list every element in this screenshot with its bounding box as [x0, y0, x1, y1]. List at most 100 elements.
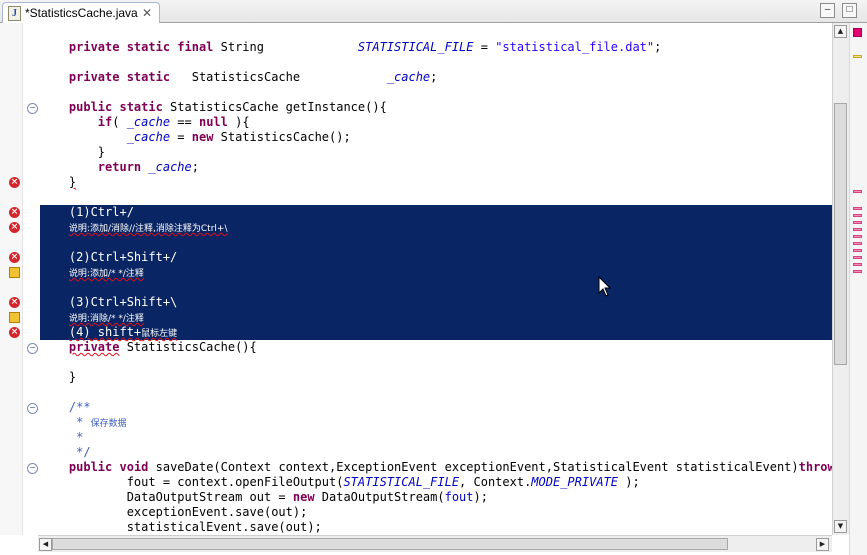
- code-line: fout = context.openFileOutput(STATISTICA…: [40, 475, 832, 490]
- punctuation: ;: [191, 160, 199, 174]
- quickfix-warning-icon[interactable]: [9, 267, 20, 278]
- selected-text: (2)Ctrl+Shift+/: [68, 250, 178, 264]
- code-line: _cache = new StatisticsCache();: [40, 130, 832, 145]
- keyword: private static final: [68, 40, 214, 54]
- code-line: public void saveDate(Context context,Exc…: [40, 460, 832, 475]
- error-summary-icon[interactable]: [853, 28, 862, 37]
- error-marker[interactable]: [853, 221, 862, 224]
- vertical-scrollbar[interactable]: ▲ ▼: [832, 23, 849, 535]
- error-marker[interactable]: [853, 190, 862, 193]
- statement: statisticalEvent.save(out);: [126, 520, 322, 534]
- fold-toggle-icon[interactable]: −: [27, 103, 38, 114]
- scroll-up-button[interactable]: ▲: [834, 25, 847, 38]
- comment-line: * 保存数据: [40, 415, 832, 430]
- punctuation: ;: [654, 40, 662, 54]
- selected-line: 说明:添加/消除//注释,消除注释为Ctrl+\: [40, 220, 832, 235]
- operator: =: [170, 130, 192, 144]
- code-line: private StatisticsCache(){: [40, 340, 832, 355]
- error-marker[interactable]: [853, 270, 862, 273]
- field-name: _cache: [126, 130, 171, 144]
- fold-toggle-icon[interactable]: −: [27, 463, 38, 474]
- error-icon[interactable]: ×: [9, 297, 20, 308]
- error-marker[interactable]: [853, 242, 862, 245]
- statement: , Context.: [459, 475, 532, 489]
- method-signature: saveDate(Context context,ExceptionEvent …: [148, 460, 799, 474]
- error-icon[interactable]: ×: [9, 252, 20, 263]
- java-editor[interactable]: − − − − × × × × × × private static final…: [0, 23, 867, 555]
- keyword: new: [292, 490, 315, 504]
- field-name: _cache: [148, 160, 192, 174]
- closing-brace: }: [97, 145, 106, 159]
- scroll-down-button[interactable]: ▼: [834, 520, 847, 533]
- error-icon[interactable]: ×: [9, 222, 20, 233]
- vertical-scroll-thumb[interactable]: [834, 103, 847, 365]
- editor-tab-bar: J *StatisticsCache.java ✕ – □: [0, 0, 867, 23]
- error-marker[interactable]: [853, 207, 862, 210]
- keyword: public static: [68, 100, 163, 114]
- minimize-button[interactable]: –: [820, 3, 835, 18]
- constructor-signature: StatisticsCache(){: [119, 340, 257, 354]
- code-line: }: [40, 370, 832, 385]
- error-marker[interactable]: [853, 256, 862, 259]
- error-icon[interactable]: ×: [9, 327, 20, 338]
- error-icon[interactable]: ×: [9, 207, 20, 218]
- keyword: private: [68, 340, 120, 354]
- selected-text: 说明:消除/* */注释: [68, 314, 144, 324]
- field-name: _cache: [126, 115, 171, 129]
- error-marker[interactable]: [853, 249, 862, 252]
- selected-line: (1)Ctrl+/: [40, 205, 832, 220]
- keyword: void: [119, 460, 149, 474]
- code-line: return _cache;: [40, 160, 832, 175]
- horizontal-scroll-thumb[interactable]: [52, 538, 728, 550]
- java-file-icon: J: [8, 6, 21, 21]
- editor-gutter: − − − − × × × × × ×: [0, 23, 40, 535]
- tab-title: *StatisticsCache.java: [25, 6, 138, 20]
- field-name: MODE_PRIVATE: [531, 475, 618, 489]
- statement: );: [473, 490, 488, 504]
- error-marker[interactable]: [853, 235, 862, 238]
- vertical-ruler[interactable]: [0, 23, 23, 535]
- keyword: null: [198, 115, 228, 129]
- field-name: _cache: [386, 70, 431, 84]
- scroll-left-button[interactable]: ◀: [39, 538, 52, 551]
- field-name: STATISTICAL_FILE: [357, 40, 474, 54]
- warning-marker[interactable]: [853, 55, 862, 58]
- constructor-call: StatisticsCache();: [213, 130, 351, 144]
- overview-ruler[interactable]: [849, 23, 867, 555]
- code-line: }: [40, 145, 832, 160]
- keyword: new: [191, 130, 214, 144]
- statement: );: [618, 475, 640, 489]
- code-area[interactable]: private static final String STATISTICAL_…: [40, 23, 832, 535]
- operator: =: [473, 40, 496, 54]
- selected-text: (1)Ctrl+/: [68, 205, 134, 219]
- keyword: if: [97, 115, 113, 129]
- comment-text: *: [68, 430, 84, 444]
- variable-name: fout: [444, 490, 474, 504]
- close-tab-icon[interactable]: ✕: [142, 3, 152, 23]
- code-line: }: [40, 175, 832, 190]
- operator: ==: [170, 115, 199, 129]
- tab-statisticscache-java[interactable]: J *StatisticsCache.java ✕: [2, 2, 160, 23]
- error-marker[interactable]: [853, 263, 862, 266]
- maximize-button[interactable]: □: [842, 3, 857, 18]
- fold-toggle-icon[interactable]: −: [27, 403, 38, 414]
- string-literal: "statistical_file.dat": [495, 40, 655, 54]
- code-line: private static StatisticsCache _cache;: [40, 70, 832, 85]
- error-icon[interactable]: ×: [9, 177, 20, 188]
- statement: DataOutputStream out =: [126, 490, 293, 504]
- selected-text: 说明:添加/* */注释: [68, 269, 144, 279]
- horizontal-scrollbar[interactable]: ◀ ▶: [38, 535, 832, 552]
- selected-text: 说明:添加/消除//注释,消除注释为Ctrl+\: [68, 224, 228, 234]
- keyword: private static: [68, 70, 171, 84]
- code-line: exceptionEvent.save(out);: [40, 505, 832, 520]
- fold-toggle-icon[interactable]: −: [27, 343, 38, 354]
- scroll-right-button[interactable]: ▶: [816, 538, 829, 551]
- quickfix-warning-icon[interactable]: [9, 312, 20, 323]
- code-line: private static final String STATISTICAL_…: [40, 40, 832, 55]
- error-marker[interactable]: [853, 228, 862, 231]
- closing-brace: }: [68, 175, 77, 189]
- punctuation: ;: [430, 70, 438, 84]
- selected-line: 说明:消除/* */注释: [40, 310, 832, 325]
- error-marker[interactable]: [853, 214, 862, 217]
